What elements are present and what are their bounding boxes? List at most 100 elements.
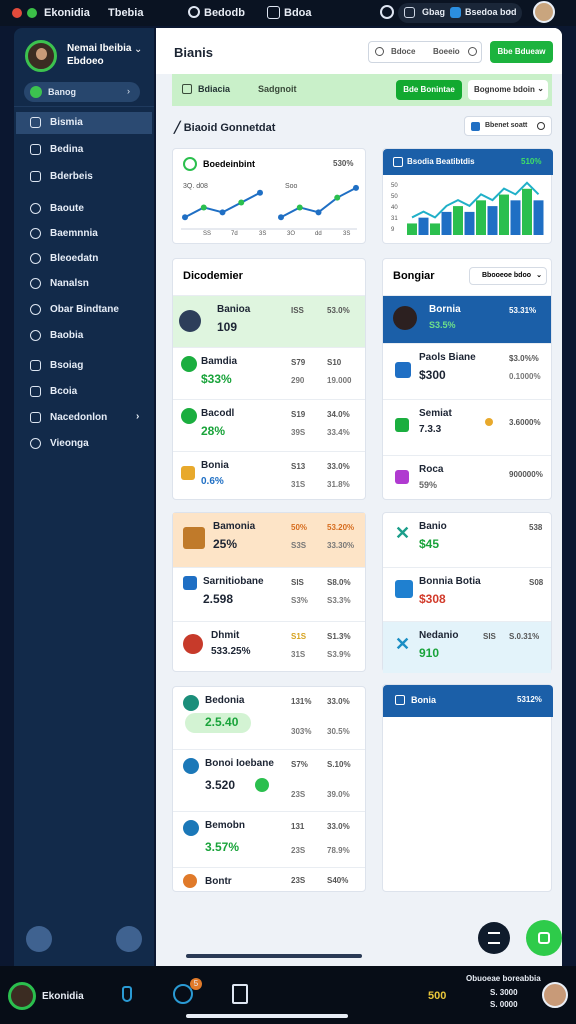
chevron-down-icon[interactable]: ⌄ <box>134 44 142 55</box>
panel-header[interactable]: Bonia 5312% <box>383 685 553 717</box>
action-fab[interactable] <box>526 920 562 956</box>
sidebar-item-5[interactable]: Bleoedatn <box>16 248 152 270</box>
list-item[interactable]: Bedonia 2.5.40 131% 33.0% 303% 30.5% <box>173 687 365 749</box>
chart-card-2[interactable]: Bsodia Beatibtdis 510% 50 50 40 31 9 <box>382 148 553 244</box>
filter-button[interactable]: Bde Bonintae <box>396 80 462 100</box>
list-item[interactable]: Roca 59% 900000% <box>383 455 551 501</box>
sidebar-item-3[interactable]: Baoute <box>16 198 152 220</box>
menu-item-3[interactable]: Bdoa <box>284 7 312 19</box>
list-item[interactable]: Bacodl 28% S19 34.0% 39S 33.4% <box>173 399 365 451</box>
sidebar-item-9[interactable]: Bsoiag <box>16 355 152 377</box>
menu-fab[interactable] <box>478 922 510 954</box>
item-title: Paols Biane <box>419 352 476 363</box>
list-item[interactable]: Bonnia Botia $308 S08 <box>383 567 551 621</box>
section-title-text: Biaoid Gonnetdat <box>183 122 276 134</box>
info-line-2: S. 3000 <box>490 988 518 997</box>
user-avatar[interactable] <box>25 40 57 72</box>
list-item[interactable]: ✕ Nedanio 910 SIS S.0.31% <box>383 621 551 673</box>
item-col2: S.0.31% <box>509 632 540 641</box>
sidebar-item-label: Bsoiag <box>50 360 84 371</box>
panel-right-3: Bonia 5312% <box>382 684 553 892</box>
workspace-selector[interactable]: Banog › <box>24 82 140 102</box>
list-item[interactable]: Bamonia 25% 50% 53.20% S3S 33.30% <box>173 513 365 567</box>
list-item[interactable]: Banioa 109 ISS 53.0% <box>173 295 365 347</box>
search-input[interactable]: Bdoce Boeeio <box>368 41 482 63</box>
item-col1: SIS <box>483 632 496 641</box>
item-title: Banioa <box>217 304 251 315</box>
sidebar-item-2[interactable]: Bderbeis <box>16 166 152 188</box>
status-pill[interactable]: Gbag Bsedoa bod › <box>398 3 522 23</box>
item-value: 109 <box>217 320 238 334</box>
avatar <box>179 310 201 332</box>
avatar <box>393 306 417 330</box>
sidebar-item-11[interactable]: Nacedonlon › <box>16 407 152 429</box>
record-icon[interactable] <box>188 6 200 18</box>
refresh-icon <box>468 47 477 56</box>
sidebar-item-label: Baoute <box>50 203 84 214</box>
rocket-button[interactable] <box>26 926 52 952</box>
close-window-icon[interactable] <box>12 8 22 18</box>
section-button[interactable]: Bbenet soatt <box>464 116 552 136</box>
calendar-icon[interactable] <box>267 6 280 19</box>
filter-select[interactable]: Bognome bdoin ⌄ <box>468 80 548 100</box>
list-item[interactable]: Dhmit 533.25% S1S S1.3% 31S S3.9% <box>173 621 365 673</box>
sidebar-item-0[interactable]: Bismia <box>16 112 152 134</box>
tick-label: SS <box>203 231 211 235</box>
sidebar-item-1[interactable]: Bedina <box>16 139 152 161</box>
list-item[interactable]: Bontr 23S S40% <box>173 867 365 893</box>
item-value: 59% <box>419 480 438 490</box>
status-icon <box>181 408 197 424</box>
chart-title: Bsodia Beatibtdis <box>407 157 475 166</box>
sidebar-item-4[interactable]: Baemnnia <box>16 223 152 245</box>
chart-card-1[interactable]: Boedeinbint 530% 3Q. d08 Soo SS 7d 3S 3Q dd 3… <box>172 148 366 244</box>
item-title: Bacodl <box>201 408 235 419</box>
item-sub1: S3% <box>291 596 308 605</box>
sidebar-item-8[interactable]: Baobia <box>16 325 152 347</box>
list-item[interactable]: Bamdia $33% S79 S10 290 19.000 <box>173 347 365 399</box>
folder-icon <box>30 171 41 182</box>
pin-icon[interactable] <box>122 986 132 1002</box>
list-item[interactable]: Semiat 7.3.3 3.6000% <box>383 399 551 455</box>
list-item[interactable]: Paols Biane $300 $3.0%% 0.1000% <box>383 343 551 399</box>
item-sub2: 31.8% <box>327 480 350 489</box>
list-item[interactable]: Bonoi Ioebane 3.520 S7% S.10% 23S 39.0% <box>173 749 365 811</box>
list-select[interactable]: Bbooeoe bdoo ⌄ <box>469 267 547 285</box>
list-item[interactable]: Bornia S3.5% 53.31% <box>383 295 551 343</box>
primary-button[interactable]: Bbe Bdueaw <box>490 41 553 63</box>
item-title: Bonoi Ioebane <box>205 758 274 769</box>
list-select-label: Bbooeoe bdoo <box>482 272 531 279</box>
sidebar-item-12[interactable]: Vieonga <box>16 433 152 455</box>
avatar[interactable] <box>533 1 555 23</box>
tick-label: 3S <box>259 231 266 235</box>
list-item[interactable]: Bemobn 3.57% 131 33.0% 23S 78.9% <box>173 811 365 867</box>
menu-item-2[interactable]: Bedodb <box>204 7 245 19</box>
document-icon <box>30 144 41 155</box>
upload-button[interactable] <box>116 926 142 952</box>
sidebar-item-6[interactable]: Nanalsn <box>16 273 152 295</box>
avatar[interactable] <box>542 982 568 1008</box>
list-item[interactable]: Sarnitiobane 2.598 SIS S8.0% S3% S3.3% <box>173 567 365 621</box>
maximize-window-icon[interactable] <box>27 8 37 18</box>
home-icon <box>538 932 550 944</box>
search-hint: Boeeio <box>433 47 460 56</box>
list-title: Dicodemier <box>183 270 243 282</box>
sidebar-item-label: Vieonga <box>50 438 89 449</box>
sidebar-item-7[interactable]: Obar Bindtane <box>16 299 152 321</box>
item-sub1: 303% <box>291 727 312 736</box>
item-sub2: 78.9% <box>327 846 350 855</box>
document-icon[interactable] <box>232 984 248 1004</box>
bar <box>441 211 452 235</box>
item-title: Bemobn <box>205 820 245 831</box>
sidebar-item-label: Bcoia <box>50 386 78 397</box>
item-value: 3.520 <box>205 778 236 792</box>
list-item[interactable]: ✕ Banio $45 538 <box>383 513 551 567</box>
list-item[interactable]: Bonia 0.6% S13 33.0% 31S 31.8% <box>173 451 365 501</box>
search-icon[interactable] <box>380 5 394 19</box>
menu-item-1[interactable]: Tbebia <box>108 7 143 19</box>
y-tick-label: 9 <box>391 227 395 233</box>
scrollbar[interactable] <box>186 954 362 958</box>
user-avatar[interactable] <box>8 982 36 1010</box>
globe-icon <box>30 228 41 239</box>
item-col1: S19 <box>291 410 306 419</box>
sidebar-item-10[interactable]: Bcoia <box>16 381 152 403</box>
